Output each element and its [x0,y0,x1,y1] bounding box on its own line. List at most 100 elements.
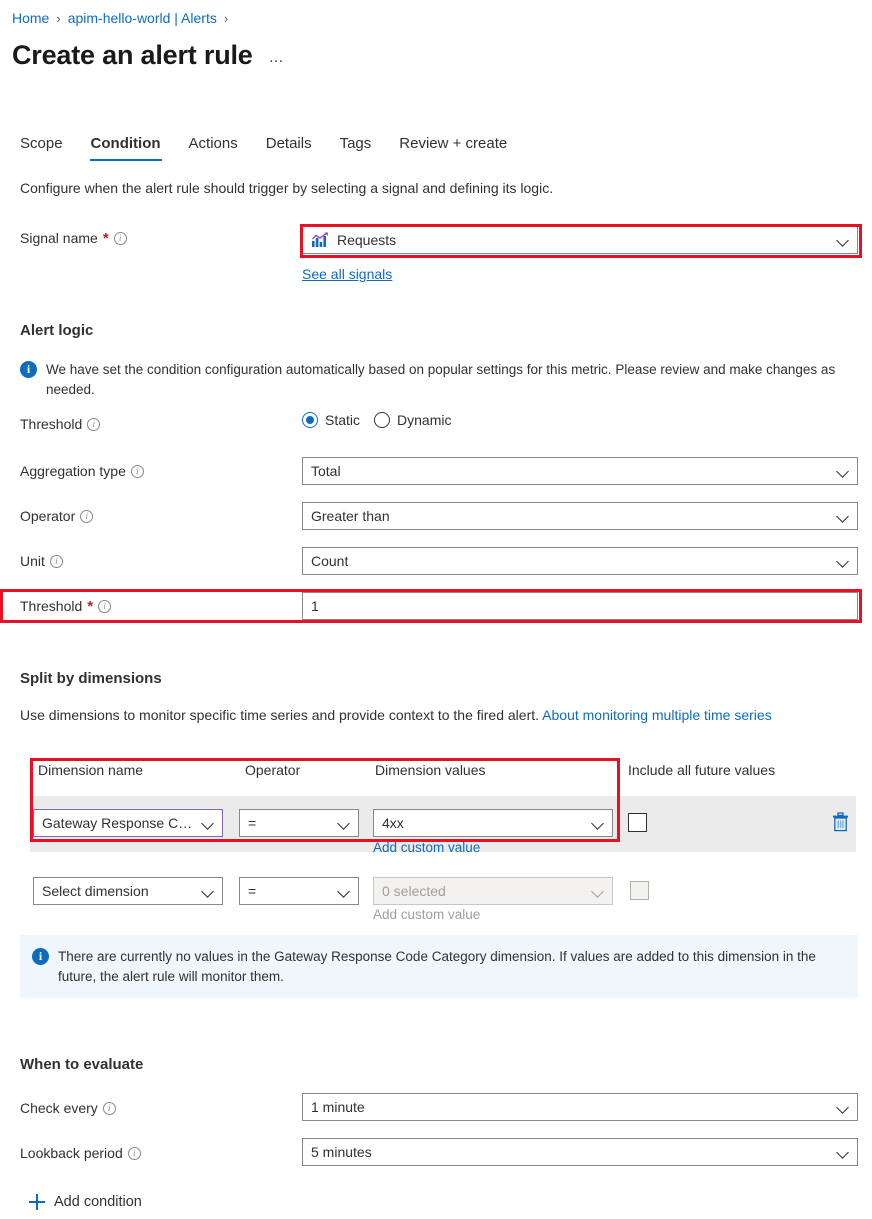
dimension-operator-value: = [248,815,257,831]
chevron-down-icon [837,1101,849,1113]
breadcrumb-item-home[interactable]: Home [12,10,49,26]
breadcrumb-separator-icon-2: › [223,10,229,26]
info-icon[interactable]: i [87,417,101,431]
lookback-period-dropdown[interactable]: 5 minutes [302,1138,858,1166]
include-future-checkbox[interactable] [628,813,647,832]
include-future-checkbox-wrap [628,813,647,832]
info-icon[interactable]: i [98,599,112,613]
plus-icon [29,1194,45,1210]
threshold-value-input[interactable]: 1 [302,592,858,620]
dimension-operator-dropdown-2[interactable]: = [239,877,359,905]
info-icon[interactable]: i [80,509,94,523]
chevron-down-icon [592,817,604,829]
dimension-name-dropdown[interactable]: Gateway Response Co... [33,809,223,837]
radio-static-label: Static [325,412,361,428]
required-marker: * [87,597,94,615]
tab-condition[interactable]: Condition [77,133,175,161]
threshold-value-label-group: Threshold * i [20,597,112,615]
chevron-down-icon [592,885,604,897]
check-every-label: Check every i [20,1100,116,1116]
required-marker: * [102,229,109,247]
breadcrumb-item-alerts[interactable]: apim-hello-world | Alerts [68,10,217,26]
operator-label: Operator i [20,508,94,524]
info-badge-icon: i [32,948,49,965]
info-icon[interactable]: i [102,1101,116,1115]
chevron-down-icon [837,1146,849,1158]
split-dimensions-description-text: Use dimensions to monitor specific time … [20,707,540,723]
dimension-values-dropdown-2: 0 selected [373,877,613,905]
radio-dynamic[interactable]: Dynamic [374,412,451,428]
add-condition-button[interactable]: Add condition [29,1194,142,1210]
dimension-header-future: Include all future values [628,762,776,778]
dimension-values-value: 4xx [382,815,404,831]
threshold-type-radio-group: Static Dynamic [302,412,451,428]
add-custom-value-link[interactable]: Add custom value [373,840,480,855]
info-icon[interactable]: i [130,464,144,478]
tab-details[interactable]: Details [252,133,326,161]
create-alert-rule-page: Home › apim-hello-world | Alerts › Creat… [0,0,872,1219]
more-options-button[interactable]: … [269,49,285,71]
alert-logic-info-text: We have set the condition configuration … [46,362,836,397]
dimension-header-values: Dimension values [375,762,486,778]
lookback-period-label: Lookback period i [20,1145,141,1161]
page-title: Create an alert rule [12,40,253,70]
breadcrumb-separator-icon: › [56,10,61,26]
metrics-chart-icon [311,232,329,248]
split-dimensions-heading: Split by dimensions [20,670,162,687]
dimension-header-operator: Operator [245,762,301,778]
add-condition-label: Add condition [54,1194,142,1210]
info-icon[interactable]: i [49,554,63,568]
dimension-notice-text: There are currently no values in the Gat… [58,949,816,984]
chevron-down-icon [338,817,350,829]
threshold-value-label: Threshold * i [20,597,112,615]
dimension-name-value-2: Select dimension [42,883,149,899]
tab-actions[interactable]: Actions [175,133,252,161]
tab-tags[interactable]: Tags [326,133,386,161]
chevron-down-icon [837,510,849,522]
radio-dynamic-label: Dynamic [397,412,452,428]
aggregation-type-label-group: Aggregation type i [20,463,144,479]
split-dimensions-description: Use dimensions to monitor specific time … [20,705,850,727]
aggregation-type-value: Total [311,463,341,479]
trash-icon[interactable] [832,812,849,837]
info-badge-icon: i [20,361,37,378]
dimension-name-dropdown-2[interactable]: Select dimension [33,877,223,905]
aggregation-type-label: Aggregation type i [20,463,144,479]
check-every-value: 1 minute [311,1099,365,1115]
about-monitoring-link[interactable]: About monitoring multiple time series [542,707,772,723]
check-every-label-group: Check every i [20,1100,116,1116]
tab-bar: Scope Condition Actions Details Tags Rev… [18,133,521,161]
unit-label-group: Unit i [20,553,63,569]
chevron-down-icon [202,817,214,829]
dimension-operator-dropdown[interactable]: = [239,809,359,837]
threshold-type-label-group: Threshold i [20,416,101,432]
radio-static[interactable]: Static [302,412,360,428]
unit-dropdown[interactable]: Count [302,547,858,575]
see-all-signals-link[interactable]: See all signals [302,266,392,282]
page-subtitle: Configure when the alert rule should tri… [20,180,554,196]
tab-review-create[interactable]: Review + create [385,133,521,161]
chevron-down-icon [837,465,849,477]
signal-name-dropdown[interactable]: Requests [302,226,858,254]
dimension-values-value-2: 0 selected [382,883,446,899]
dimension-operator-value-2: = [248,883,257,899]
operator-dropdown[interactable]: Greater than [302,502,858,530]
check-every-dropdown[interactable]: 1 minute [302,1093,858,1121]
dimension-values-dropdown[interactable]: 4xx [373,809,613,837]
alert-logic-heading: Alert logic [20,322,94,339]
operator-label-group: Operator i [20,508,94,524]
operator-value: Greater than [311,508,390,524]
tab-scope[interactable]: Scope [18,133,77,161]
radio-dot-icon [374,412,391,428]
aggregation-type-dropdown[interactable]: Total [302,457,858,485]
info-icon[interactable]: i [127,1146,141,1160]
chevron-down-icon [202,885,214,897]
lookback-period-value: 5 minutes [311,1144,372,1160]
chevron-down-icon [837,555,849,567]
chevron-down-icon [338,885,350,897]
signal-name-value: Requests [337,232,397,248]
title-row: Create an alert rule … [12,40,285,71]
info-icon[interactable]: i [113,231,127,245]
include-future-checkbox-wrap-2 [630,881,649,900]
lookback-period-label-group: Lookback period i [20,1145,141,1161]
